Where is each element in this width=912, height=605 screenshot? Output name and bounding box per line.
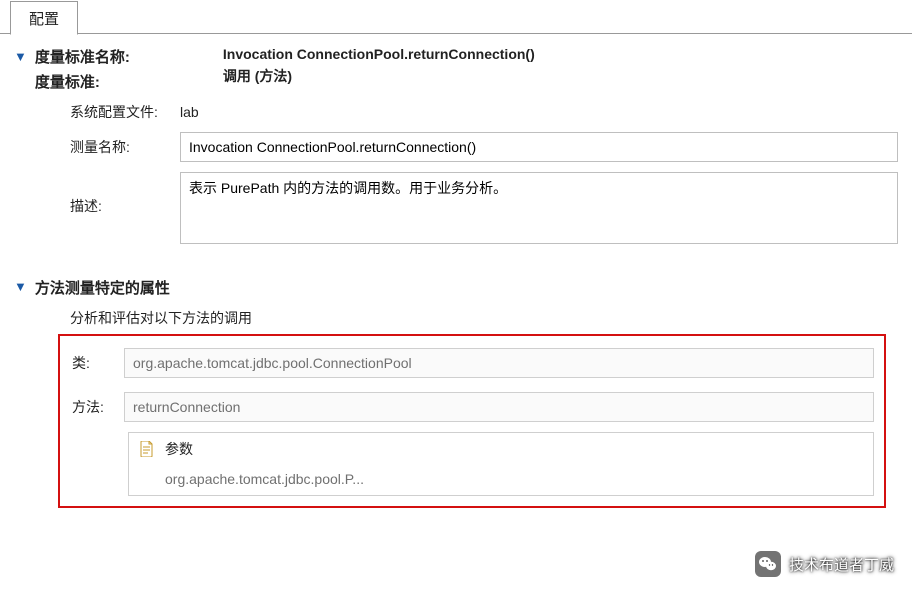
metric-std-value: 调用 (方法) bbox=[223, 66, 535, 86]
wechat-icon bbox=[755, 551, 781, 577]
section-method-subtitle: 分析和评估对以下方法的调用 bbox=[14, 298, 898, 332]
highlight-box: 类: 方法: 参数 org.apache.tomcat.jdbc.pool.P.… bbox=[58, 334, 886, 508]
class-input[interactable] bbox=[124, 348, 874, 378]
collapse-icon[interactable]: ▼ bbox=[14, 46, 27, 68]
param-row[interactable]: org.apache.tomcat.jdbc.pool.P... bbox=[129, 465, 873, 495]
system-profile-value: lab bbox=[180, 104, 199, 120]
collapse-icon[interactable]: ▼ bbox=[14, 276, 27, 298]
param-header-label: 参数 bbox=[165, 439, 193, 459]
watermark-text: 技术布道者丁威 bbox=[789, 554, 894, 575]
section-header: ▼ 度量标准名称: 度量标准: Invocation ConnectionPoo… bbox=[0, 34, 912, 258]
method-label: 方法: bbox=[72, 397, 114, 417]
system-profile-label: 系统配置文件: bbox=[70, 102, 170, 122]
section-method-title: 方法测量特定的属性 bbox=[35, 277, 170, 298]
section-method-props: ▼ 方法测量特定的属性 分析和评估对以下方法的调用 类: 方法: 参数 org.… bbox=[0, 258, 912, 508]
description-label: 描述: bbox=[70, 172, 170, 216]
param-table: 参数 org.apache.tomcat.jdbc.pool.P... bbox=[128, 432, 874, 496]
measure-name-input[interactable] bbox=[180, 132, 898, 162]
class-label: 类: bbox=[72, 353, 114, 373]
metric-name-value: Invocation ConnectionPool.returnConnecti… bbox=[223, 46, 535, 62]
watermark: 技术布道者丁威 bbox=[755, 551, 894, 577]
document-icon bbox=[139, 441, 155, 457]
tab-config[interactable]: 配置 bbox=[10, 1, 78, 35]
measure-name-label: 测量名称: bbox=[70, 137, 170, 157]
metric-std-label: 度量标准: bbox=[35, 71, 215, 92]
method-input[interactable] bbox=[124, 392, 874, 422]
metric-name-label: 度量标准名称: bbox=[35, 46, 215, 67]
description-input[interactable] bbox=[180, 172, 898, 244]
tab-bar: 配置 bbox=[0, 0, 912, 34]
param-header-row: 参数 bbox=[129, 433, 873, 465]
